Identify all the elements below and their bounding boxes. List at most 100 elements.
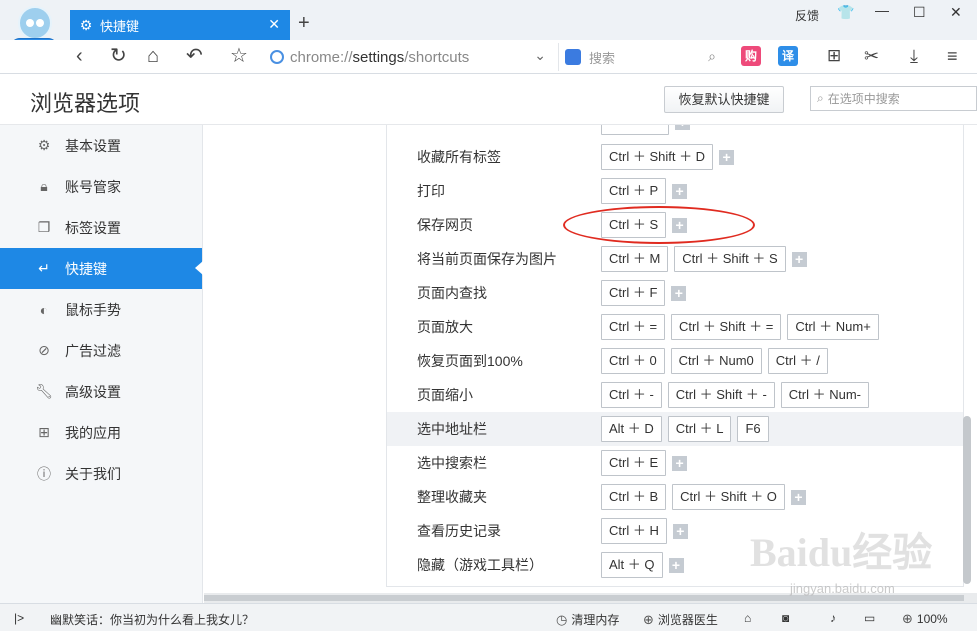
sidebar-item-shortcuts[interactable]: ↵ 快捷键	[0, 248, 203, 289]
shortcut-label: 收藏所有标签	[417, 149, 501, 165]
vertical-scrollbar[interactable]	[963, 416, 971, 584]
shortcut-key[interactable]: Ctrl ＋ P	[601, 178, 667, 204]
shortcut-keys: Ctrl ＋ E +	[601, 450, 688, 476]
back-icon[interactable]: ‹	[76, 45, 83, 67]
sidebar-item-tabs[interactable]: ❐ 标签设置	[0, 207, 202, 248]
joke-text[interactable]: 幽默笑话：你当初为什么看上我女儿？	[50, 611, 254, 628]
shortcut-keys: Ctrl ＋ P +	[601, 178, 688, 204]
add-shortcut-icon[interactable]: +	[791, 251, 807, 267]
add-shortcut-icon[interactable]: +	[672, 455, 688, 471]
camera-icon[interactable]: ◙	[782, 611, 789, 625]
shortcut-key[interactable]: Ctrl ＋ Num0	[670, 348, 762, 374]
title-bar: 登录 ⚙ 快捷键 ✕ + 反馈 👕 — ☐ ✕	[0, 0, 977, 58]
sidebar-item-basic[interactable]: ⚙ 基本设置	[0, 125, 202, 166]
search-input[interactable]: 搜索 ⌕	[558, 43, 724, 71]
star-icon[interactable]: ☆	[230, 45, 248, 67]
maximize-icon[interactable]: ☐	[913, 4, 926, 21]
scissors-icon[interactable]: ✂	[864, 45, 879, 67]
broom-icon[interactable]: ⌂	[744, 611, 751, 625]
shortcut-keys: Ctrl ＋ = Ctrl ＋ Shift ＋ = Ctrl ＋ Num+	[601, 314, 885, 340]
shortcut-key[interactable]: Ctrl ＋ L	[667, 416, 732, 442]
sidebar-item-ad-filter[interactable]: ⊘ 广告过滤	[0, 330, 202, 371]
status-bar: |> 幽默笑话：你当初为什么看上我女儿？ ◷ 清理内存 ⊕ 浏览器医生 ⌂ ◙ ♪ …	[0, 603, 977, 631]
shortcut-label: 页面缩小	[417, 387, 473, 403]
sidebar-item-about[interactable]: ⓘ 关于我们	[0, 453, 202, 494]
zoom-control[interactable]: ⊕ 100%	[902, 611, 948, 627]
menu-icon[interactable]: —	[875, 2, 889, 18]
monitor-icon[interactable]: ▭	[864, 611, 875, 625]
options-search-field[interactable]: ⌕	[810, 86, 977, 111]
feedback-link[interactable]: 反馈	[795, 7, 819, 24]
info-icon: ⓘ	[37, 465, 51, 482]
shortcut-key[interactable]: Ctrl ＋ Shift ＋ O	[672, 484, 785, 510]
shortcut-key[interactable]: Ctrl ＋ Num+	[787, 314, 879, 340]
add-shortcut-icon[interactable]: +	[675, 125, 690, 130]
sidebar-item-label: 鼠标手势	[65, 301, 121, 318]
restore-defaults-button[interactable]: 恢复默认快捷键	[664, 86, 784, 113]
clean-memory-button[interactable]: ◷ 清理内存	[556, 611, 619, 628]
sidebar-item-account[interactable]: 🔒︎ 账号管家	[0, 166, 202, 207]
shortcut-icon: ↵	[38, 260, 50, 276]
add-shortcut-icon[interactable]: +	[668, 557, 684, 573]
home-icon[interactable]: ⌂	[147, 45, 159, 67]
shortcut-label: 隐藏（游戏工具栏）	[417, 557, 543, 573]
gear-icon: ⚙	[37, 137, 51, 153]
shortcut-key[interactable]: Ctrl ＋ Num-	[780, 382, 870, 408]
table-row: 将当前页面保存为图片 Ctrl ＋ M Ctrl ＋ Shift ＋ S +	[387, 242, 963, 276]
new-tab-icon[interactable]: +	[298, 12, 310, 35]
search-engine-icon[interactable]	[565, 49, 581, 65]
shortcut-label: 页面内查找	[417, 285, 487, 301]
shortcut-keys: Ctrl ＋ H +	[601, 518, 688, 544]
shortcut-key[interactable]: Alt ＋ Q	[601, 552, 663, 578]
browser-doctor-button[interactable]: ⊕ 浏览器医生	[643, 611, 718, 628]
shortcuts-panel: + 收藏所有标签 Ctrl ＋ Shift ＋ D + 打印 Ctrl ＋ P …	[386, 125, 964, 587]
refresh-icon[interactable]: ↻	[110, 45, 127, 67]
shortcut-key[interactable]: Ctrl ＋ F	[601, 280, 666, 306]
sidebar-item-mouse-gestures[interactable]: ◐ 鼠标手势	[0, 289, 202, 330]
shortcut-key[interactable]: Alt ＋ D	[601, 416, 662, 442]
chevron-down-icon[interactable]: ⌄	[534, 47, 546, 64]
add-shortcut-icon[interactable]: +	[790, 489, 806, 505]
shortcut-key[interactable]: Ctrl ＋ 0	[601, 348, 665, 374]
add-shortcut-icon[interactable]: +	[672, 523, 688, 539]
skin-icon[interactable]: 👕	[837, 4, 854, 21]
table-row: 页面放大 Ctrl ＋ = Ctrl ＋ Shift ＋ = Ctrl ＋ Nu…	[387, 310, 963, 344]
shortcut-key[interactable]: Ctrl ＋ Shift ＋ =	[671, 314, 782, 340]
download-icon[interactable]: ⤓	[910, 45, 918, 67]
shortcut-key[interactable]: Ctrl ＋ -	[601, 382, 662, 408]
add-shortcut-icon[interactable]: +	[672, 183, 688, 199]
tabs-icon: ❐	[37, 219, 51, 235]
sidebar-item-my-apps[interactable]: ⊞ 我的应用	[0, 412, 202, 453]
shortcut-key[interactable]: Ctrl ＋ Shift ＋ S	[674, 246, 786, 272]
undo-icon[interactable]: ↶	[186, 45, 203, 67]
shortcut-label: 查看历史记录	[417, 523, 501, 539]
tab-shortcuts[interactable]: ⚙ 快捷键 ✕	[70, 10, 290, 40]
shortcut-key[interactable]: Ctrl ＋ Shift ＋ -	[667, 382, 775, 408]
shortcut-key[interactable]: Ctrl ＋ Shift ＋ D	[601, 144, 714, 170]
search-icon[interactable]: ⌕	[708, 48, 716, 65]
shortcut-key[interactable]: Ctrl ＋ E	[601, 450, 667, 476]
shopping-extension-icon[interactable]: 购	[741, 46, 761, 66]
sidebar-toggle-icon[interactable]: |>	[14, 611, 24, 625]
translate-extension-icon[interactable]: 译	[778, 46, 798, 66]
shortcut-key[interactable]: Ctrl ＋ B	[601, 484, 667, 510]
options-search-input[interactable]	[827, 91, 958, 106]
main-menu-icon[interactable]: ≡	[947, 45, 958, 67]
shortcut-keys: Ctrl ＋ F +	[601, 280, 687, 306]
shortcut-key[interactable]: Ctrl ＋ M	[601, 246, 669, 272]
add-shortcut-icon[interactable]: +	[671, 285, 687, 301]
sound-icon[interactable]: ♪	[830, 611, 836, 625]
close-window-icon[interactable]: ✕	[950, 4, 962, 21]
sidebar-item-advanced[interactable]: 🔧︎ 高级设置	[0, 371, 202, 412]
close-tab-icon[interactable]: ✕	[268, 16, 280, 33]
shortcut-key[interactable]	[601, 125, 669, 135]
shortcut-key[interactable]: Ctrl ＋ /	[767, 348, 828, 374]
page-title: 浏览器选项	[30, 91, 141, 116]
shortcut-key[interactable]: Ctrl ＋ =	[601, 314, 666, 340]
add-shortcut-icon[interactable]: +	[719, 149, 735, 165]
address-bar[interactable]: chrome://settings/shortcuts ⌄	[270, 43, 552, 71]
shortcut-key[interactable]: F6	[737, 416, 769, 442]
apps-grid-icon[interactable]: ⊞	[827, 45, 841, 67]
shortcut-key[interactable]: Ctrl ＋ H	[601, 518, 667, 544]
medkit-icon: ⊕	[643, 611, 654, 627]
